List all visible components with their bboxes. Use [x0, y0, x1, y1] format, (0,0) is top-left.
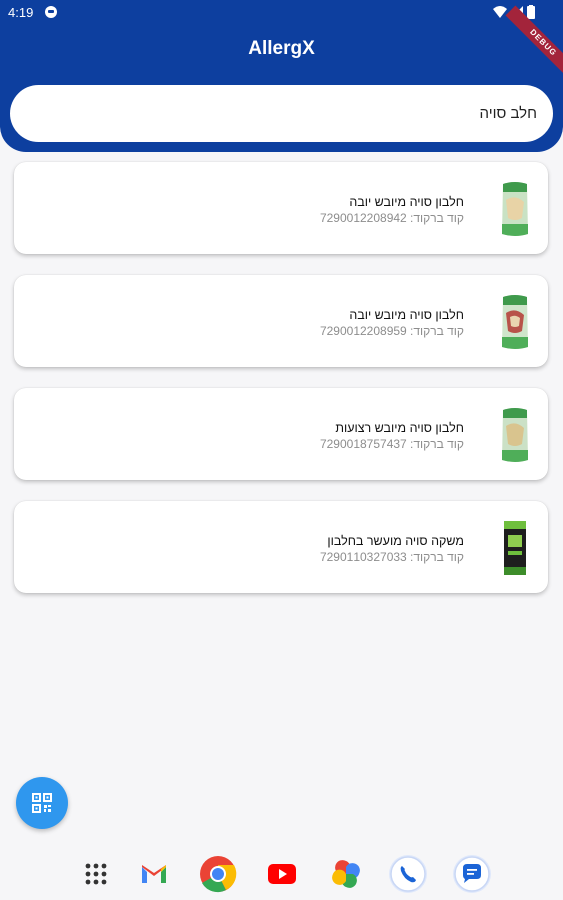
battery-icon	[527, 5, 535, 19]
product-card[interactable]: חלבון סויה מיובש יובה קוד ברקוד: 7290012…	[14, 162, 548, 254]
product-text: חלבון סויה מיובש רצועות קוד ברקוד: 72900…	[320, 420, 464, 452]
product-list: חלבון סויה מיובש יובה קוד ברקוד: 7290012…	[14, 162, 548, 614]
phone-icon[interactable]	[388, 854, 428, 894]
product-name: חלבון סויה מיובש יובה	[349, 308, 464, 322]
product-card[interactable]: חלבון סויה מיובש יובה קוד ברקוד: 7290012…	[14, 275, 548, 367]
product-text: חלבון סויה מיובש יובה קוד ברקוד: 7290012…	[320, 307, 464, 339]
app-dock	[0, 846, 563, 900]
product-barcode: קוד ברקוד: 7290012208959	[319, 324, 464, 338]
product-barcode: קוד ברקוד: 7290012208942	[319, 211, 464, 225]
status-bar: 4:19	[0, 0, 563, 24]
app-drawer-icon[interactable]	[76, 854, 116, 894]
product-text: חלבון סויה מיובש יובה קוד ברקוד: 7290012…	[320, 194, 464, 226]
product-barcode: קוד ברקוד: 7290018757437	[319, 437, 464, 451]
search-box[interactable]	[10, 85, 553, 142]
product-thumbnail-green-pouch	[502, 182, 528, 236]
product-text: משקה סויה מועשר בחלבון קוד ברקוד: 729011…	[320, 533, 464, 565]
search-input[interactable]	[10, 85, 553, 142]
qr-scan-icon	[32, 793, 52, 813]
product-card[interactable]: משקה סויה מועשר בחלבון קוד ברקוד: 729011…	[14, 501, 548, 593]
product-thumbnail-green-pouch	[502, 408, 528, 462]
product-thumbnail-black-carton	[504, 521, 526, 575]
product-name: חלבון סויה מיובש יובה	[349, 195, 464, 209]
wifi-icon	[493, 6, 507, 18]
chrome-icon[interactable]	[198, 854, 238, 894]
app-header: DEBUG AllergX	[0, 5, 563, 152]
photos-icon[interactable]	[326, 854, 366, 894]
messages-icon[interactable]	[452, 854, 492, 894]
scan-barcode-button[interactable]	[16, 777, 68, 829]
product-card[interactable]: חלבון סויה מיובש רצועות קוד ברקוד: 72900…	[14, 388, 548, 480]
product-name: חלבון סויה מיובש רצועות	[335, 421, 464, 435]
gmail-icon[interactable]	[134, 854, 174, 894]
product-name: משקה סויה מועשר בחלבון	[327, 534, 464, 548]
notification-icon	[45, 6, 57, 18]
status-time: 4:19	[8, 5, 34, 20]
product-barcode: קוד ברקוד: 7290110327033	[319, 550, 464, 564]
youtube-icon[interactable]	[262, 854, 302, 894]
app-title: AllergX	[248, 38, 315, 59]
product-thumbnail-green-red-pouch	[502, 295, 528, 349]
